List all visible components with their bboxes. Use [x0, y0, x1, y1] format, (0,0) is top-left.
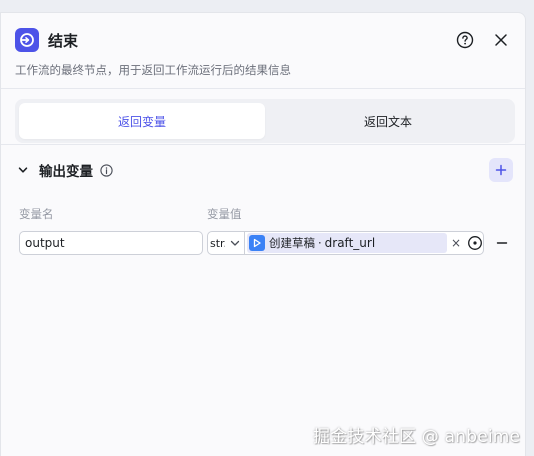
reference-chip[interactable]: 创建草稿 · draft_url — [247, 233, 447, 253]
column-label-value: 变量值 — [207, 207, 242, 221]
watermark: 掘金技术社区 @ anbeime — [313, 427, 521, 447]
node-title: 结束 — [48, 31, 79, 50]
divider — [1, 88, 525, 89]
node-description: 工作流的最终节点，用于返回工作流运行后的结果信息 — [15, 63, 291, 77]
tab-return-variables[interactable]: 返回变量 — [19, 103, 265, 139]
create-draft-node-icon — [249, 235, 265, 251]
chevron-down-icon — [230, 240, 240, 246]
column-label-name: 变量名 — [19, 207, 54, 221]
variable-row: str. 创建草稿 · draft_url × — [19, 231, 513, 255]
end-node-panel: 结束 工作流的最终节点，用于返回工作流运行后的结果信息 返回变量 返回文本 输出… — [0, 12, 526, 456]
reference-node-name: 创建草稿 — [269, 236, 315, 250]
panel-header: 结束 — [15, 27, 511, 53]
minus-icon — [496, 242, 508, 244]
tab-return-text[interactable]: 返回文本 — [265, 103, 511, 139]
add-variable-button[interactable] — [489, 158, 513, 182]
variable-picker-icon[interactable] — [467, 235, 483, 251]
return-mode-tabs: 返回变量 返回文本 — [15, 99, 515, 143]
clear-reference-button[interactable]: × — [451, 236, 461, 250]
output-section-header: 输出变量 — [15, 158, 513, 182]
chevron-down-icon[interactable] — [15, 162, 31, 178]
help-circle-icon[interactable] — [455, 30, 475, 50]
divider — [1, 144, 525, 145]
reference-variable-name: draft_url — [324, 236, 376, 250]
plus-icon — [495, 164, 507, 176]
reference-separator: · — [318, 236, 322, 250]
remove-variable-button[interactable] — [493, 233, 511, 253]
end-node-icon — [15, 28, 39, 52]
close-icon[interactable] — [491, 30, 511, 50]
variable-type-value: str. — [210, 236, 225, 250]
section-title: 输出变量 — [39, 164, 93, 180]
variable-type-select[interactable]: str. — [207, 231, 245, 255]
variable-name-input[interactable] — [19, 231, 203, 255]
info-icon[interactable] — [99, 163, 113, 177]
header-actions — [455, 30, 511, 50]
variable-reference-field[interactable]: 创建草稿 · draft_url × — [245, 231, 484, 255]
